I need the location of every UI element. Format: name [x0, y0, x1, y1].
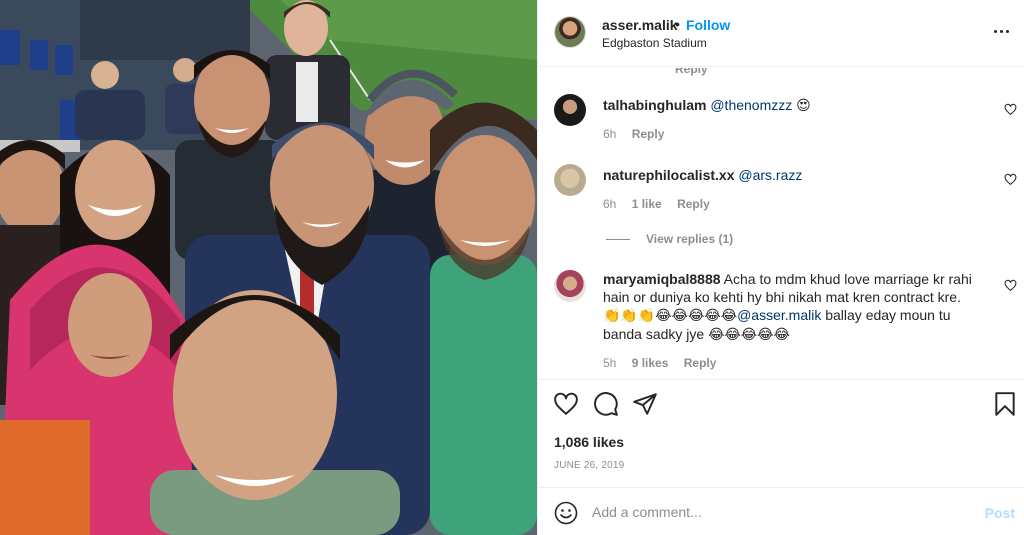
post-date[interactable]: JUNE 26, 2019	[554, 460, 624, 471]
selfie-illustration	[0, 0, 537, 535]
comment-mention[interactable]: @ars.razz	[738, 167, 802, 183]
comment-meta: 6h Reply	[603, 127, 676, 141]
view-replies-label[interactable]: View replies (1)	[646, 232, 733, 246]
partial-reply-link[interactable]: Reply	[675, 68, 708, 76]
separator-dot: •	[675, 16, 680, 32]
comment-mention[interactable]: @thenomzzz	[710, 97, 792, 113]
comment-emoji: 😂😂😂😂😂	[708, 327, 790, 343]
follow-button[interactable]: Follow	[686, 17, 730, 33]
comment-username[interactable]: talhabinghulam	[603, 97, 706, 113]
commenter-avatar[interactable]	[554, 270, 586, 302]
post-sidebar: asser.malik • Follow Edgbaston Stadium R…	[537, 0, 1024, 535]
comment-time[interactable]: 6h	[603, 197, 616, 211]
commenter-avatar[interactable]	[554, 94, 586, 126]
comment-emoji: 😍	[796, 98, 811, 114]
post-comment-button[interactable]: Post	[985, 505, 1015, 521]
author-username[interactable]: asser.malik	[602, 17, 678, 33]
share-icon[interactable]	[632, 391, 658, 417]
comment-username[interactable]: naturephilocalist.xx	[603, 167, 734, 183]
likes-count[interactable]: 1,086 likes	[554, 434, 624, 450]
more-options-icon[interactable]	[993, 22, 1011, 40]
comment-meta: 6h 1 like Reply	[603, 197, 722, 211]
like-comment-heart-icon[interactable]	[1004, 173, 1017, 186]
post-location[interactable]: Edgbaston Stadium	[602, 36, 707, 50]
comment-likes[interactable]: 9 likes	[632, 356, 669, 370]
comment-mention[interactable]: @asser.malik	[737, 307, 821, 323]
view-replies-button[interactable]: View replies (1)	[606, 232, 733, 246]
like-comment-heart-icon[interactable]	[1004, 279, 1017, 292]
comment-likes[interactable]: 1 like	[632, 197, 662, 211]
post-header: asser.malik • Follow Edgbaston Stadium	[538, 0, 1024, 67]
comment-body: talhabinghulam @thenomzzz 😍	[603, 96, 978, 115]
comment-username[interactable]: maryamiqbal8888	[603, 271, 721, 287]
comment-meta: 5h 9 likes Reply	[603, 356, 728, 370]
heart-icon[interactable]	[553, 391, 579, 417]
comment-icon[interactable]	[593, 391, 619, 417]
comment-input[interactable]	[592, 500, 962, 524]
comment-time[interactable]: 6h	[603, 127, 616, 141]
bookmark-icon[interactable]	[992, 391, 1018, 417]
replies-divider	[606, 239, 630, 241]
add-comment-bar: Post	[538, 487, 1024, 535]
comment-emoji: 👏👏👏😂😂😂😂😂	[603, 308, 738, 324]
post-photo[interactable]	[0, 0, 537, 535]
emoji-picker-icon[interactable]	[554, 501, 578, 525]
author-avatar[interactable]	[554, 16, 586, 48]
comment-body: naturephilocalist.xx @ars.razz	[603, 166, 978, 184]
commenter-avatar[interactable]	[554, 164, 586, 196]
comment-body: maryamiqbal8888 Acha to mdm khud love ma…	[603, 270, 978, 344]
reply-button[interactable]: Reply	[684, 356, 717, 370]
reply-button[interactable]: Reply	[632, 127, 665, 141]
like-comment-heart-icon[interactable]	[1004, 103, 1017, 116]
post-actions: 1,086 likes JUNE 26, 2019	[538, 379, 1024, 487]
comments-list[interactable]: Reply talhabinghulam @thenomzzz 😍 6h Rep…	[538, 68, 1024, 378]
reply-button[interactable]: Reply	[677, 197, 710, 211]
comment-time[interactable]: 5h	[603, 356, 616, 370]
